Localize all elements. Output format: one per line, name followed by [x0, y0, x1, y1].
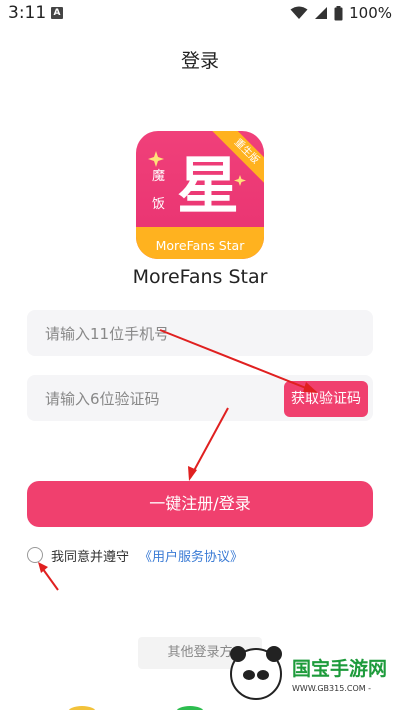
code-input[interactable] — [43, 375, 277, 423]
app-logo: 星 魔 饭 重生版 MoreFans Star — [136, 131, 264, 259]
wifi-icon — [290, 6, 308, 19]
battery-icon — [334, 5, 343, 20]
logo-side-char: 魔 — [152, 169, 166, 184]
signal-icon — [315, 7, 328, 19]
status-bar: 3:11 A 100% — [0, 0, 400, 28]
panda-icon — [230, 646, 282, 700]
app-name: MoreFans Star — [132, 266, 268, 288]
user-agreement-link[interactable]: 《用户服务协议》 — [139, 546, 243, 565]
agreement-row: 我同意并遵守 《用户服务协议》 — [27, 545, 243, 565]
get-code-button[interactable]: 获取验证码 — [284, 381, 368, 417]
agreement-text: 我同意并遵守 — [51, 549, 130, 565]
register-login-button[interactable]: 一键注册/登录 — [27, 481, 373, 527]
logo-side-char: 饭 — [152, 197, 166, 212]
page-title: 登录 — [180, 50, 219, 72]
notification-icon: A — [51, 7, 63, 19]
battery-level: 100% — [349, 4, 392, 22]
agree-checkbox[interactable] — [27, 547, 43, 563]
code-field: 获取验证码 — [27, 375, 373, 423]
watermark: 国宝手游网 WWW.GB315.COM - — [220, 640, 400, 710]
watermark-text: 国宝手游网 — [292, 658, 388, 680]
phone-input[interactable] — [43, 310, 277, 358]
phone-field — [27, 310, 373, 358]
status-indicators: 100% — [290, 3, 392, 23]
status-time: 3:11 — [8, 3, 47, 23]
watermark-url: WWW.GB315.COM - — [292, 684, 372, 693]
logo-band-text: MoreFans Star — [155, 238, 245, 253]
